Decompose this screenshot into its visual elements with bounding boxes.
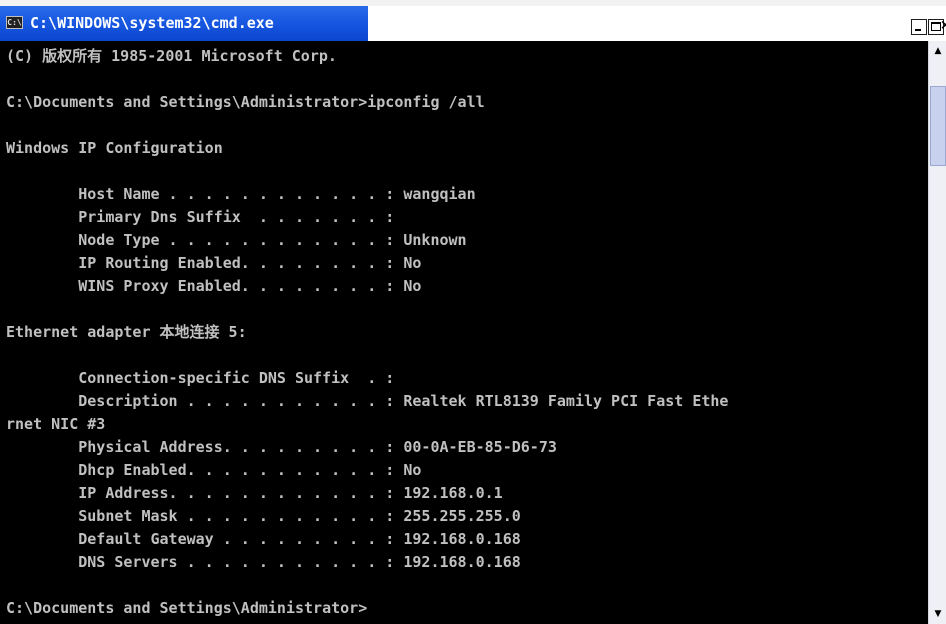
vertical-scrollbar[interactable]: ▲ ▼ — [928, 41, 946, 624]
scrollbar-thumb[interactable] — [930, 86, 946, 166]
console-line: Physical Address. . . . . . . . . : 00-0… — [6, 438, 557, 456]
console-line: Primary Dns Suffix . . . . . . . : — [6, 208, 395, 226]
console-line: Description . . . . . . . . . . . : Real… — [6, 392, 729, 410]
command-prompt[interactable]: C:\Documents and Settings\Administrator> — [6, 597, 367, 619]
title-bar[interactable]: C:\ C:\WINDOWS\system32\cmd.exe × — [0, 6, 946, 41]
cmd-window: C:\ C:\WINDOWS\system32\cmd.exe × (C) 版权… — [0, 0, 946, 624]
console-line: Default Gateway . . . . . . . . . : 192.… — [6, 530, 521, 548]
minimize-button[interactable] — [911, 19, 927, 35]
console-line: WINS Proxy Enabled. . . . . . . . : No — [6, 277, 422, 295]
console-line: Windows IP Configuration — [6, 139, 223, 157]
console-line: IP Address. . . . . . . . . . . . : 192.… — [6, 484, 503, 502]
arrow-up-icon: ▲ — [934, 46, 942, 56]
console-line: DNS Servers . . . . . . . . . . . : 192.… — [6, 553, 521, 571]
console-line: Dhcp Enabled. . . . . . . . . . . : No — [6, 461, 422, 479]
console-line: Subnet Mask . . . . . . . . . . . : 255.… — [6, 507, 521, 525]
console-line: Connection-specific DNS Suffix . : — [6, 369, 395, 387]
window-title: C:\WINDOWS\system32\cmd.exe — [30, 14, 274, 32]
console-line: Node Type . . . . . . . . . . . . : Unkn… — [6, 231, 467, 249]
scroll-down-button[interactable]: ▼ — [930, 606, 946, 622]
title-bar-active-region[interactable]: C:\ C:\WINDOWS\system32\cmd.exe — [0, 6, 368, 41]
close-button[interactable]: × — [940, 17, 946, 35]
close-icon: × — [940, 18, 946, 33]
arrow-down-icon: ▼ — [934, 609, 942, 619]
scroll-up-button[interactable]: ▲ — [930, 43, 946, 59]
console-line: (C) 版权所有 1985-2001 Microsoft Corp. — [6, 47, 337, 65]
console-line: rnet NIC #3 — [6, 415, 106, 433]
console-line: C:\Documents and Settings\Administrator>… — [6, 93, 485, 111]
console-line: Ethernet adapter 本地连接 5: — [6, 323, 247, 341]
console-line: Host Name . . . . . . . . . . . . : wang… — [6, 185, 476, 203]
cmd-app-icon[interactable]: C:\ — [6, 16, 23, 29]
console-output[interactable]: (C) 版权所有 1985-2001 Microsoft Corp. C:\Do… — [0, 41, 928, 624]
console-line: IP Routing Enabled. . . . . . . . : No — [6, 254, 422, 272]
